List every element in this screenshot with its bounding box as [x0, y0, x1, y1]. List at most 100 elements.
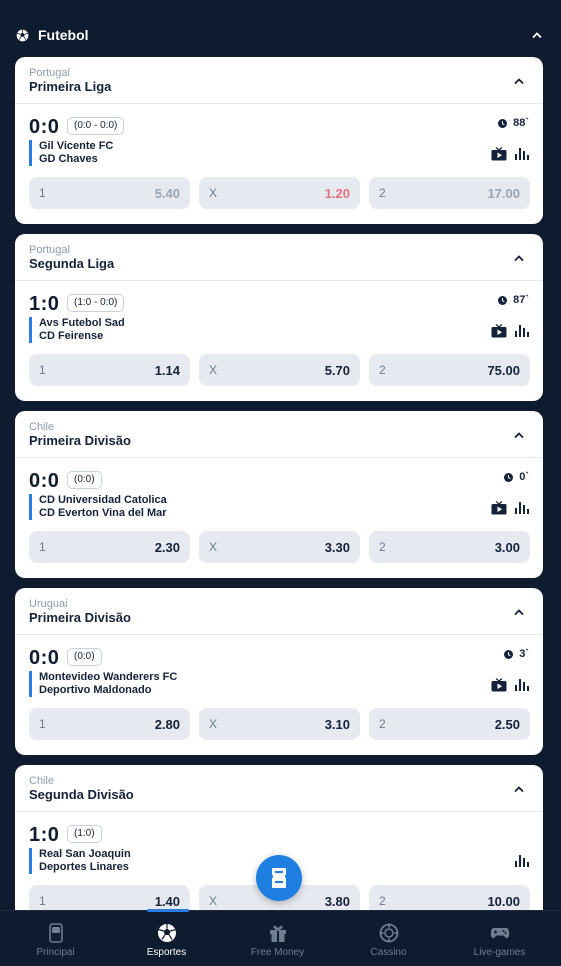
match-row[interactable]: 0:0 (0:0) CD Universidad Catolica CD Eve…	[15, 458, 543, 578]
match-row[interactable]: 0:0 (0:0 - 0:0) Gil Vicente FC GD Chaves…	[15, 104, 543, 224]
odd-value: 3.30	[324, 539, 350, 555]
odd-value: 3.10	[324, 716, 350, 732]
odd-away[interactable]: 2 75.00	[369, 354, 530, 386]
match-time: 0`	[504, 471, 529, 483]
partial-score: (0:0 - 0:0)	[67, 117, 125, 135]
odd-label: 1	[39, 186, 46, 200]
stats-icon[interactable]	[515, 855, 529, 867]
away-team: Deportes Linares	[39, 861, 129, 873]
gamepad-icon	[490, 928, 509, 939]
match-actions	[491, 324, 529, 338]
nav-label: Esportes	[146, 947, 187, 958]
nav-label: Free Money	[250, 947, 305, 958]
match-time: 88`	[498, 117, 529, 129]
odd-value: 1.40	[154, 893, 180, 909]
odd-label: X	[209, 186, 218, 200]
chevron-up-icon[interactable]	[513, 783, 525, 795]
sport-title: Futebol	[38, 27, 89, 43]
partial-score: (1:0)	[67, 825, 102, 843]
away-team: Deportivo Maldonado	[39, 684, 152, 696]
odd-value: 1.14	[154, 362, 180, 378]
match-score: 1:0	[29, 824, 60, 846]
odd-home[interactable]: 1 1.14	[29, 354, 190, 386]
odd-draw[interactable]: X 3.30	[199, 531, 360, 563]
tv-icon[interactable]	[491, 147, 507, 161]
nav-item-cassino[interactable]: Cassino	[333, 911, 444, 966]
league-country: Uruguai	[29, 598, 68, 610]
match-score: 0:0	[29, 647, 60, 669]
match-card: Chile Primeira Divisão 0:0 (0:0) CD Univ…	[15, 411, 543, 578]
casino-chip-icon	[379, 923, 398, 943]
odds-row: 1 1.14 X 5.70 2 75.00	[29, 354, 530, 386]
league-name: Primeira Divisão	[29, 610, 131, 625]
league-name: Segunda Divisão	[29, 787, 134, 802]
match-actions	[491, 147, 529, 161]
odd-value: 10.00	[487, 893, 520, 909]
league-country: Chile	[29, 421, 55, 433]
chevron-up-icon[interactable]	[513, 252, 525, 264]
league-name: Primeira Liga	[29, 79, 112, 94]
odd-draw[interactable]: X 5.70	[199, 354, 360, 386]
soccer-ball-icon	[16, 29, 29, 41]
odd-value: 2.30	[154, 539, 180, 555]
league-header[interactable]: Uruguai Primeira Divisão	[15, 588, 543, 635]
stats-icon[interactable]	[515, 148, 529, 160]
odd-away[interactable]: 2 2.50	[369, 708, 530, 740]
tv-icon[interactable]	[491, 678, 507, 692]
match-card: Chile Segunda Divisão 1:0 (1:0) Real San…	[15, 765, 543, 932]
league-country: Chile	[29, 775, 55, 787]
odd-draw[interactable]: X 1.20	[199, 177, 360, 209]
chevron-up-icon[interactable]	[531, 29, 543, 41]
match-list: Portugal Primeira Liga 0:0 (0:0 - 0:0) G…	[15, 57, 543, 942]
league-header[interactable]: Chile Segunda Divisão	[15, 765, 543, 812]
chevron-up-icon[interactable]	[513, 429, 525, 441]
odd-away[interactable]: 2 3.00	[369, 531, 530, 563]
betslip-button[interactable]	[256, 855, 302, 901]
tv-icon[interactable]	[491, 324, 507, 338]
sport-header[interactable]: Futebol	[0, 18, 561, 52]
odd-label: 1	[39, 717, 46, 731]
phone-icon	[48, 923, 63, 943]
tv-icon[interactable]	[491, 501, 507, 515]
chevron-up-icon[interactable]	[513, 606, 525, 618]
odd-label: 1	[39, 894, 46, 908]
partial-score: (0:0)	[67, 471, 102, 489]
stats-icon[interactable]	[515, 502, 529, 514]
match-minute: 0`	[519, 471, 529, 483]
match-minute: 87`	[513, 294, 529, 306]
chevron-up-icon[interactable]	[513, 75, 525, 87]
teams: Montevideo Wanderers FC Deportivo Maldon…	[29, 671, 177, 697]
soccer-ball-icon	[157, 924, 176, 942]
odd-value: 75.00	[487, 362, 520, 378]
odd-away[interactable]: 2 17.00	[369, 177, 530, 209]
odd-label: 1	[39, 363, 46, 377]
match-row[interactable]: 0:0 (0:0) Montevideo Wanderers FC Deport…	[15, 635, 543, 755]
odd-label: 2	[379, 540, 386, 554]
odds-row: 1 2.80 X 3.10 2 2.50	[29, 708, 530, 740]
nav-item-esportes[interactable]: Esportes	[111, 909, 222, 966]
odd-label: X	[209, 540, 218, 554]
nav-item-principal[interactable]: Principal	[0, 911, 111, 966]
odd-home[interactable]: 1 2.30	[29, 531, 190, 563]
match-card: Portugal Primeira Liga 0:0 (0:0 - 0:0) G…	[15, 57, 543, 224]
match-row[interactable]: 1:0 (1:0 - 0:0) Avs Futebol Sad CD Feire…	[15, 281, 543, 401]
league-header[interactable]: Portugal Segunda Liga	[15, 234, 543, 281]
odd-label: 2	[379, 894, 386, 908]
home-team: CD Universidad Catolica	[39, 494, 167, 506]
clock-icon	[504, 649, 514, 659]
home-team: Montevideo Wanderers FC	[39, 671, 178, 683]
match-time: 3`	[504, 648, 529, 660]
match-score: 1:0	[29, 293, 60, 315]
league-header[interactable]: Chile Primeira Divisão	[15, 411, 543, 458]
active-indicator	[147, 909, 189, 912]
nav-item-free-money[interactable]: Free Money	[222, 911, 333, 966]
stats-icon[interactable]	[515, 325, 529, 337]
odd-home[interactable]: 1 2.80	[29, 708, 190, 740]
odd-home[interactable]: 1 5.40	[29, 177, 190, 209]
away-team: GD Chaves	[39, 153, 98, 165]
league-header[interactable]: Portugal Primeira Liga	[15, 57, 543, 104]
stats-icon[interactable]	[515, 679, 529, 691]
ticket-icon	[272, 868, 286, 888]
odd-draw[interactable]: X 3.10	[199, 708, 360, 740]
nav-item-live-games[interactable]: Live-games	[444, 911, 555, 966]
